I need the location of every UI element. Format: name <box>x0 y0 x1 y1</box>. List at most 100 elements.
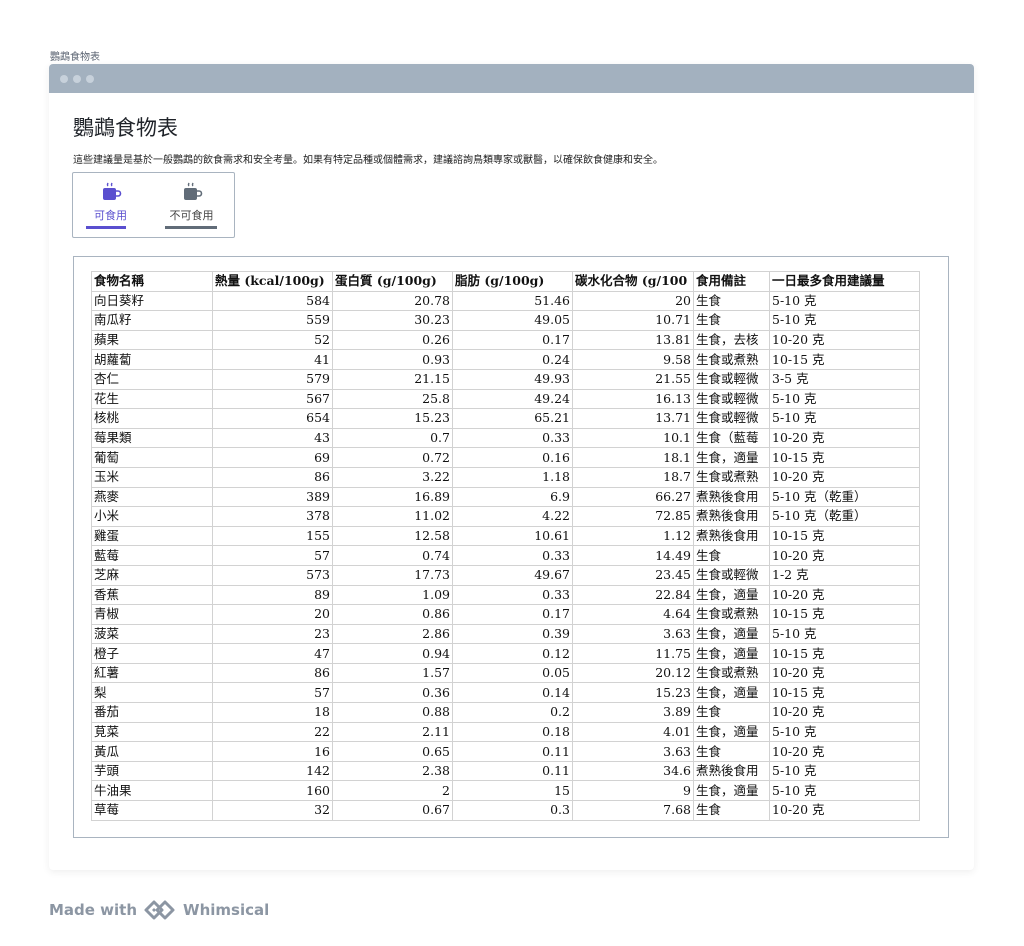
table-cell: 0.26 <box>332 329 453 351</box>
table-cell: 葡萄 <box>91 447 213 468</box>
table-cell: 32 <box>212 800 333 821</box>
table-cell: 玉米 <box>91 466 213 488</box>
table-cell: 16.13 <box>572 388 694 410</box>
table-cell: 1.12 <box>572 525 694 547</box>
table-cell: 86 <box>212 662 333 684</box>
table-cell: 49.24 <box>452 388 573 410</box>
table-cell: 18.7 <box>572 466 694 488</box>
table-cell: 18.1 <box>572 447 694 468</box>
table-cell: 小米 <box>91 506 213 527</box>
table-cell: 5-10 克 <box>769 408 920 429</box>
table-row: 香蕉 89 1.09 0.33 22.84 生食，適量 10-20 克 <box>91 584 920 606</box>
table-cell: 1-2 克 <box>769 564 920 586</box>
table-cell: 0.33 <box>452 545 573 566</box>
table-cell: 23 <box>212 623 333 645</box>
table-cell: 1.18 <box>452 466 573 488</box>
table-cell: 89 <box>212 584 333 606</box>
table-row: 梨 57 0.36 0.14 15.23 生食，適量 10-15 克 <box>91 682 920 704</box>
table-cell: 0.36 <box>332 682 453 704</box>
table-cell: 13.81 <box>572 329 694 351</box>
table-cell: 3-5 克 <box>769 368 920 390</box>
table-cell: 橙子 <box>91 643 213 664</box>
table-cell: 芝麻 <box>91 564 213 586</box>
table-cell: 燕麥 <box>91 486 213 508</box>
table-row: 青椒 20 0.86 0.17 4.64 生食或煮熟 10-15 克 <box>91 604 920 625</box>
table-cell: 0.17 <box>452 329 573 351</box>
table-cell: 2.38 <box>332 760 453 782</box>
table-cell: 10-15 克 <box>769 447 920 468</box>
table-cell: 生食，適量 <box>693 623 770 645</box>
whimsical-logo-icon <box>144 900 175 920</box>
tab-inedible-label: 不可食用 <box>169 209 214 222</box>
table-cell: 莧菜 <box>91 721 213 743</box>
table-cell: 生食或輕微 <box>693 564 770 586</box>
table-cell: 5-10 克 <box>769 780 920 802</box>
table-cell: 21.55 <box>572 368 694 390</box>
table-cell: 0.7 <box>332 427 453 449</box>
table-cell: 3.63 <box>572 623 694 645</box>
column-header: 碳水化合物 (g/100 <box>572 271 694 292</box>
table-row: 杏仁 579 21.15 49.93 21.55 生食或輕微 3-5 克 <box>91 368 920 390</box>
table-cell: 11.75 <box>572 643 694 664</box>
table-cell: 10.71 <box>572 310 694 331</box>
table-cell: 杏仁 <box>91 368 213 390</box>
table-row: 核桃 654 15.23 65.21 13.71 生食或輕微 5-10 克 <box>91 408 920 429</box>
table-cell: 0.86 <box>332 604 453 625</box>
table-cell: 2.11 <box>332 721 453 743</box>
table-cell: 584 <box>212 290 333 312</box>
table-cell: 3.63 <box>572 741 694 762</box>
table-cell: 0.67 <box>332 800 453 821</box>
table-row: 菠菜 23 2.86 0.39 3.63 生食，適量 5-10 克 <box>91 623 920 645</box>
tab-edible[interactable]: 可食用 <box>83 173 138 237</box>
table-cell: 生食或煮熟 <box>693 466 770 488</box>
table-cell: 花生 <box>91 388 213 410</box>
table-cell: 10-20 克 <box>769 662 920 684</box>
table-cell: 5-10 克 <box>769 388 920 410</box>
table-cell: 1.57 <box>332 662 453 684</box>
table-cell: 10.61 <box>452 525 573 547</box>
table-cell: 4.64 <box>572 604 694 625</box>
food-table: 食物名稱 熱量 (kcal/100g) 蛋白質 (g/100g) 脂肪 (g/1… <box>91 271 920 821</box>
brand-name: Whimsical <box>183 901 270 919</box>
table-cell: 10-15 克 <box>769 525 920 547</box>
table-cell: 47 <box>212 643 333 664</box>
table-cell: 0.33 <box>452 427 573 449</box>
table-row: 花生 567 25.8 49.24 16.13 生食或輕微 5-10 克 <box>91 388 920 410</box>
table-cell: 0.72 <box>332 447 453 468</box>
table-cell: 生食，適量 <box>693 447 770 468</box>
table-cell: 0.12 <box>452 643 573 664</box>
table-cell: 11.02 <box>332 506 453 527</box>
table-cell: 51.46 <box>452 290 573 312</box>
table-cell: 22.84 <box>572 584 694 606</box>
table-cell: 煮熟後食用 <box>693 525 770 547</box>
table-cell: 16.89 <box>332 486 453 508</box>
tab-indicator <box>165 226 217 229</box>
column-header: 熱量 (kcal/100g) <box>212 271 333 292</box>
table-cell: 生食，去核 <box>693 329 770 351</box>
table-cell: 41 <box>212 349 333 370</box>
table-cell: 160 <box>212 780 333 802</box>
tab-active-indicator <box>86 226 126 229</box>
table-row: 草莓 32 0.67 0.3 7.68 生食 10-20 克 <box>91 800 920 821</box>
table-cell: 0.74 <box>332 545 453 566</box>
table-cell: 3.22 <box>332 466 453 488</box>
table-cell: 57 <box>212 545 333 566</box>
table-cell: 0.18 <box>452 721 573 743</box>
made-with-badge[interactable]: Made with Whimsical <box>49 899 269 921</box>
table-cell: 0.93 <box>332 349 453 370</box>
table-cell: 10-15 克 <box>769 349 920 370</box>
table-cell: 5-10 克 <box>769 721 920 743</box>
table-cell: 10.1 <box>572 427 694 449</box>
table-cell: 20.12 <box>572 662 694 684</box>
table-cell: 654 <box>212 408 333 429</box>
table-row: 胡蘿蔔 41 0.93 0.24 9.58 生食或煮熟 10-15 克 <box>91 349 920 370</box>
column-header: 蛋白質 (g/100g) <box>332 271 453 292</box>
table-cell: 69 <box>212 447 333 468</box>
column-header: 食物名稱 <box>91 271 213 292</box>
table-cell: 蘋果 <box>91 329 213 351</box>
table-cell: 0.65 <box>332 741 453 762</box>
table-cell: 20 <box>212 604 333 625</box>
table-cell: 5-10 克（乾重） <box>769 486 920 508</box>
column-header: 食用備註 <box>693 271 770 292</box>
tab-inedible[interactable]: 不可食用 <box>164 173 219 237</box>
